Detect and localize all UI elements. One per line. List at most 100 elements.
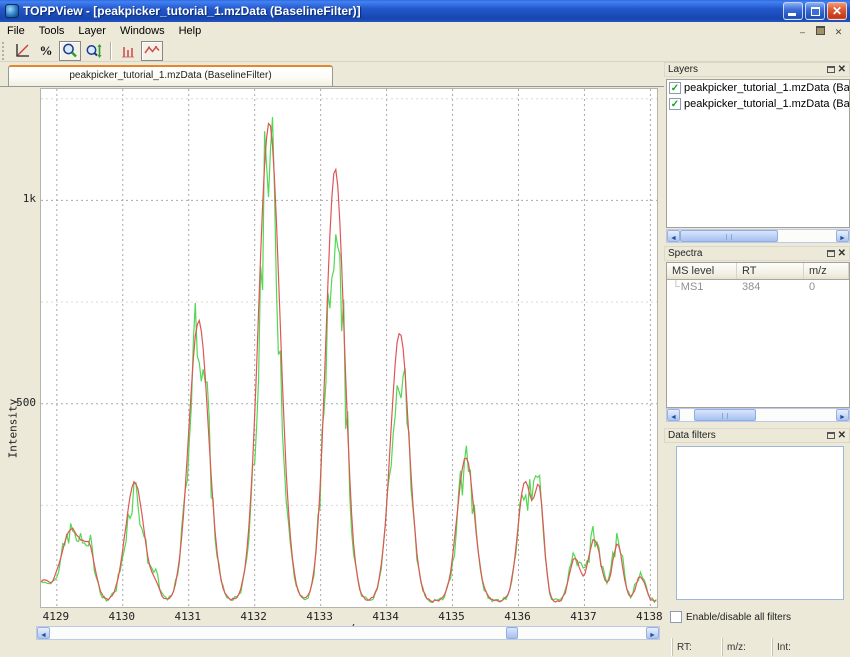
toolbar-separator [110, 42, 112, 60]
axes-diagonal-icon [13, 42, 31, 60]
column-header-ms-level[interactable]: MS level [667, 263, 737, 279]
layers-panel-header: Layers ✕ [664, 62, 850, 77]
close-icon: ✕ [828, 4, 846, 19]
menu-file[interactable]: File [0, 23, 32, 39]
spectra-float-icon[interactable] [827, 250, 835, 257]
status-mz: m/z: [722, 638, 764, 656]
close-button[interactable]: ✕ [827, 2, 847, 20]
column-header-mz[interactable]: m/z [804, 263, 849, 279]
layer-label: peakpicker_tutorial_1.mzData (BaselineFi… [684, 98, 849, 110]
measure-mode-button[interactable] [83, 41, 105, 61]
spectra-panel-header: Spectra ✕ [664, 246, 850, 261]
mdi-restore-icon [816, 26, 825, 35]
data-filters-list[interactable] [676, 446, 844, 600]
layers-list: ✓ peakpicker_tutorial_1.mzData (Baseline… [666, 79, 850, 228]
spectrum-plot-area[interactable] [40, 88, 658, 608]
enable-filters-row: Enable/disable all filters [670, 611, 791, 623]
chart-horizontal-scrollbar: ◄ ► [36, 626, 660, 640]
status-rt: RT: [672, 638, 714, 656]
restore-icon [811, 7, 820, 16]
spectra-panel-title: Spectra [668, 248, 702, 259]
data-filters-close-icon[interactable]: ✕ [838, 432, 846, 440]
layers-horizontal-scrollbar: ◄ ► [666, 229, 850, 243]
thumb-grip-icon [726, 234, 732, 240]
minimize-button[interactable] [783, 2, 803, 20]
menu-windows[interactable]: Windows [113, 23, 172, 39]
spectra-table-row[interactable]: └MS1 384 0 [667, 280, 849, 295]
zoom-mode-button[interactable] [59, 41, 81, 61]
title-bar: TOPPView - [peakpicker_tutorial_1.mzData… [0, 0, 850, 22]
layer-checkbox-checked-icon[interactable]: ✓ [669, 98, 681, 110]
scroll-left-button[interactable]: ◄ [667, 409, 680, 421]
layer-item[interactable]: ✓ peakpicker_tutorial_1.mzData (Baseline… [667, 80, 849, 96]
intensity-percentage-button[interactable]: % [35, 41, 57, 61]
toolbar: % [0, 40, 850, 62]
scroll-right-button[interactable]: ► [646, 627, 659, 639]
restore-button[interactable] [805, 2, 825, 20]
thumb-grip-icon [722, 413, 728, 419]
menu-tools[interactable]: Tools [32, 23, 72, 39]
spectra-close-icon[interactable]: ✕ [838, 250, 846, 258]
enable-filters-label: Enable/disable all filters [686, 612, 791, 623]
scroll-left-button[interactable]: ◄ [667, 230, 680, 242]
mdi-close-button[interactable]: ✕ [831, 25, 846, 38]
scroll-right-button[interactable]: ► [836, 409, 849, 421]
spectra-scroll-track[interactable] [680, 409, 836, 421]
column-header-rt[interactable]: RT [737, 263, 804, 279]
tree-branch-icon: └ [672, 281, 680, 293]
magnifier-icon [61, 42, 79, 60]
spectra-horizontal-scrollbar: ◄ ► [666, 408, 850, 422]
x-tick-label: 4131 [168, 610, 208, 623]
status-bar: RT: m/z: Int: [664, 638, 850, 656]
percent-icon: % [40, 43, 53, 59]
menu-layer[interactable]: Layer [71, 23, 113, 39]
y-tick-label: 500 [6, 396, 36, 409]
layers-scroll-track[interactable] [680, 230, 836, 242]
x-tick-label: 4130 [102, 610, 142, 623]
data-filters-panel-header: Data filters ✕ [664, 428, 850, 443]
magnifier-arrows-icon [85, 42, 103, 60]
scroll-left-icon: ◄ [40, 632, 47, 639]
spectra-table-header: MS level RT m/z [667, 263, 849, 280]
spectra-scroll-thumb[interactable] [694, 409, 756, 421]
mdi-minimize-button[interactable]: – [795, 25, 810, 38]
y-tick-label: 1k [6, 192, 36, 205]
data-filters-float-icon[interactable] [827, 432, 835, 439]
cell-rt: 384 [737, 280, 804, 295]
x-tick-label: 4132 [234, 610, 274, 623]
layer-checkbox-checked-icon[interactable]: ✓ [669, 82, 681, 94]
layer-label: peakpicker_tutorial_1.mzData (BaselineFi… [684, 82, 849, 94]
menu-help[interactable]: Help [172, 23, 209, 39]
scroll-right-icon: ► [649, 632, 656, 639]
enable-filters-checkbox[interactable] [670, 611, 682, 623]
scroll-left-icon: ◄ [670, 235, 677, 242]
draw-raw-data-button[interactable] [141, 41, 163, 61]
toolbar-handle[interactable] [2, 42, 8, 60]
layers-scroll-thumb[interactable] [680, 230, 778, 242]
chart-scroll-track[interactable] [50, 627, 646, 639]
right-dock: Layers ✕ ✓ peakpicker_tutorial_1.mzData … [664, 62, 850, 657]
x-tick-label: 4137 [563, 610, 603, 623]
scroll-left-button[interactable]: ◄ [37, 627, 50, 639]
x-tick-label: 4135 [432, 610, 472, 623]
x-tick-label: 4138 [629, 610, 662, 623]
tab-spectrum-view[interactable]: peakpicker_tutorial_1.mzData (BaselineFi… [8, 65, 333, 86]
scroll-right-button[interactable]: ► [836, 230, 849, 242]
chart-scroll-thumb[interactable] [506, 627, 518, 639]
polyline-icon [143, 42, 161, 60]
layers-close-icon[interactable]: ✕ [838, 66, 846, 74]
draw-peaks-button[interactable] [117, 41, 139, 61]
x-tick-label: 4136 [497, 610, 537, 623]
spectrum-chart-panel: Intensity 412941304131413241334134413541… [0, 87, 662, 657]
reset-zoom-button[interactable] [11, 41, 33, 61]
status-int: Int: [772, 638, 814, 656]
bars-icon [119, 42, 137, 60]
spectra-table: MS level RT m/z └MS1 384 0 [666, 262, 850, 408]
layers-float-icon[interactable] [827, 66, 835, 73]
window-title: TOPPView - [peakpicker_tutorial_1.mzData… [23, 4, 783, 18]
cell-ms-level: MS1 [681, 281, 704, 293]
layer-item[interactable]: ✓ peakpicker_tutorial_1.mzData (Baseline… [667, 96, 849, 112]
menu-bar: File Tools Layer Windows Help – ✕ [0, 22, 850, 40]
x-tick-label: 4129 [36, 610, 76, 623]
mdi-restore-button[interactable] [813, 25, 828, 38]
